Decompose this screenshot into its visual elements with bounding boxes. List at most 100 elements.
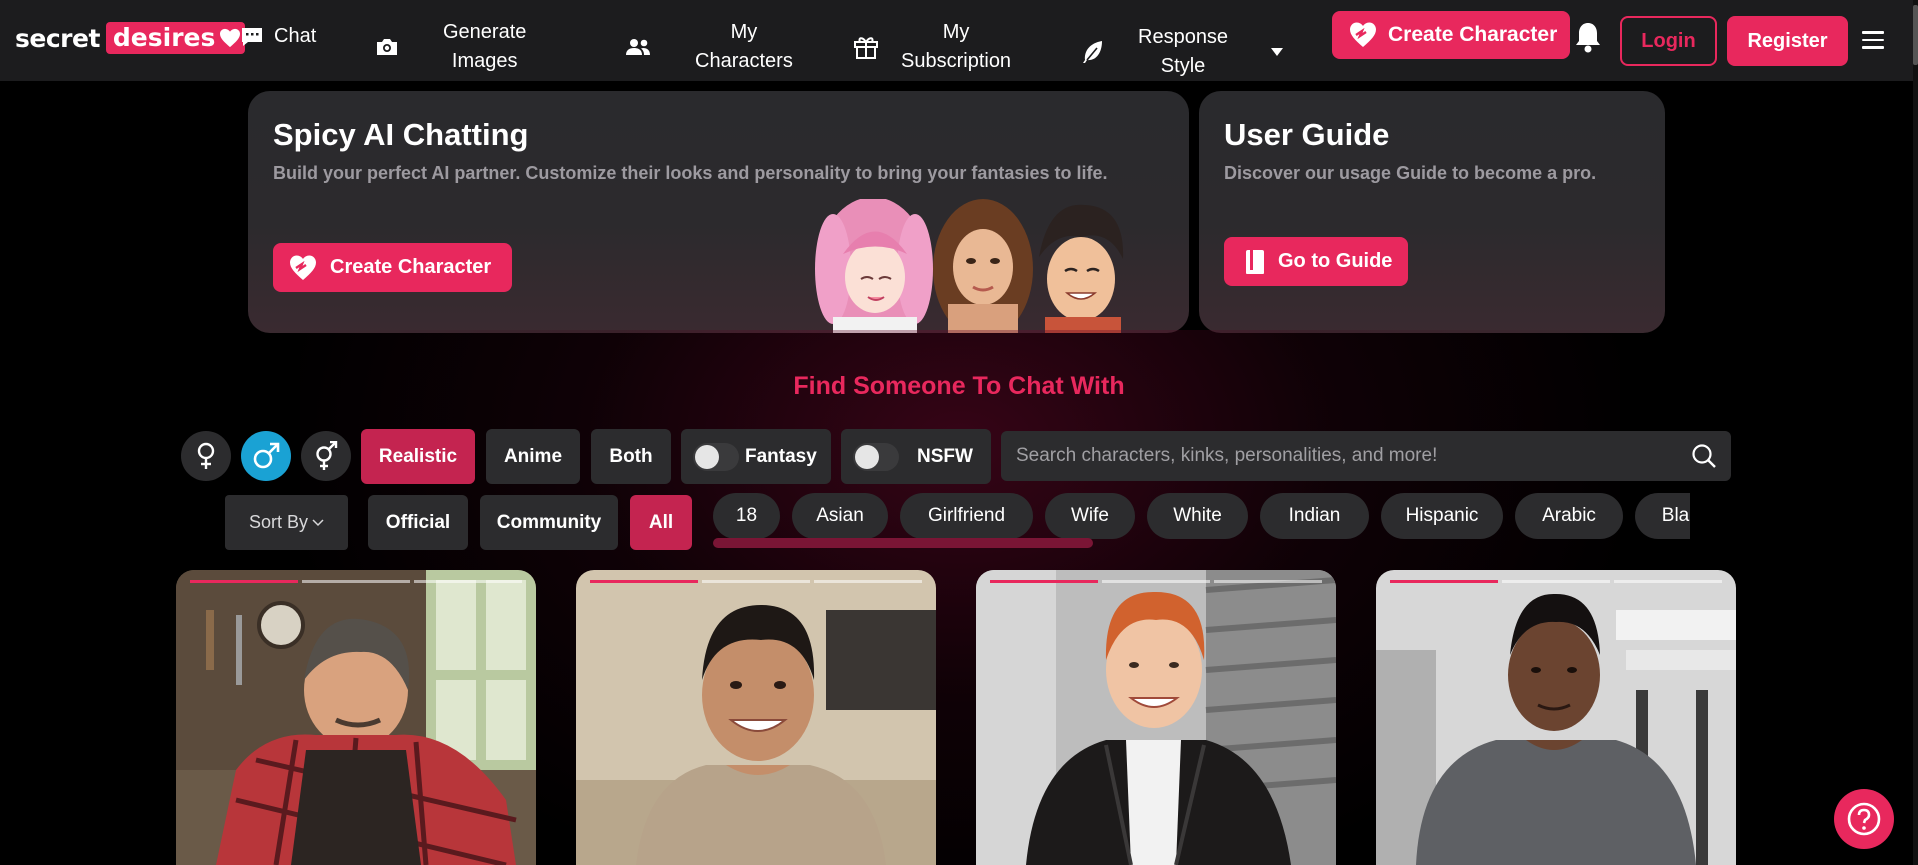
nav-chat[interactable]: Chat <box>240 22 316 51</box>
character-image <box>976 570 1336 865</box>
nav-response-style-label: Response Style <box>1138 23 1228 81</box>
tag-girlfriend[interactable]: Girlfriend <box>900 493 1033 539</box>
page-scrollbar-thumb[interactable] <box>1913 5 1918 65</box>
character-card[interactable] <box>1376 570 1736 865</box>
nav-my-subscription-label: My Subscription <box>901 18 1011 76</box>
nsfw-label: NSFW <box>917 445 973 467</box>
gender-male-button[interactable] <box>241 431 291 481</box>
nav-generate-images-label: Generate Images <box>443 18 526 76</box>
sort-by-dropdown[interactable]: Sort By <box>225 495 348 550</box>
source-community-button[interactable]: Community <box>480 495 618 550</box>
find-someone-title: Find Someone To Chat With <box>793 372 1125 400</box>
hero-spicy-title: Spicy AI Chatting <box>273 117 529 152</box>
nav-response-style-line2: Style <box>1160 55 1206 77</box>
heart-icon <box>220 28 241 48</box>
nsfw-toggle[interactable]: NSFW <box>841 429 991 484</box>
nav-my-characters-line2: Characters <box>695 50 793 72</box>
hero-spicy-card: Spicy AI Chatting Build your perfect AI … <box>248 91 1189 333</box>
login-button[interactable]: Login <box>1620 16 1717 66</box>
nav-my-subscription-line2: Subscription <box>901 50 1012 72</box>
style-anime-button[interactable]: Anime <box>486 429 580 484</box>
fantasy-switch[interactable] <box>693 442 739 471</box>
nav-chat-label: Chat <box>274 25 317 47</box>
hero-create-character-button[interactable]: Create Character <box>273 243 512 292</box>
character-image <box>576 570 936 865</box>
fantasy-toggle[interactable]: Fantasy <box>681 429 831 484</box>
character-card[interactable] <box>576 570 936 865</box>
transgender-symbol-icon <box>316 441 338 470</box>
character-card[interactable] <box>976 570 1336 865</box>
hero-spicy-subtitle: Build your perfect AI partner. Customize… <box>273 163 1108 183</box>
character-image <box>1376 570 1736 865</box>
style-both-button[interactable]: Both <box>591 429 671 484</box>
tag-indian[interactable]: Indian <box>1260 493 1369 539</box>
source-all-button[interactable]: All <box>630 495 692 550</box>
question-icon <box>1847 802 1881 836</box>
character-image <box>176 570 536 865</box>
caret-down-icon <box>1271 48 1284 56</box>
story-progress <box>190 580 522 583</box>
sort-by-label: Sort By <box>248 512 309 532</box>
nav-generate-images-line1: Generate <box>443 21 527 43</box>
story-progress <box>1390 580 1722 583</box>
hero-guide-subtitle: Discover our usage Guide to become a pro… <box>1224 163 1597 183</box>
heart-plus-icon <box>1350 22 1376 47</box>
top-nav: secret desires Chat Generate Images My Cha… <box>0 0 1918 81</box>
chat-icon <box>242 27 262 46</box>
nav-my-subscription[interactable]: My Subscription <box>853 18 1011 76</box>
style-realistic-button[interactable]: Realistic <box>361 429 475 484</box>
register-button[interactable]: Register <box>1727 16 1848 66</box>
go-to-guide-label: Go to Guide <box>1278 250 1393 272</box>
menu-icon[interactable] <box>1862 31 1884 49</box>
logo[interactable]: secret desires <box>15 22 246 54</box>
hero-characters-image <box>815 199 1124 333</box>
logo-secret: secret <box>15 23 100 53</box>
tag-white[interactable]: White <box>1147 493 1248 539</box>
create-character-button[interactable]: Create Character <box>1332 11 1570 59</box>
story-progress <box>590 580 922 583</box>
go-to-guide-button[interactable]: Go to Guide <box>1224 237 1408 286</box>
book-icon <box>1246 249 1264 274</box>
feather-icon <box>1083 41 1102 63</box>
chevron-down-icon <box>312 518 324 526</box>
hero-create-character-label: Create Character <box>330 256 492 278</box>
search-bar <box>1001 431 1731 481</box>
help-button[interactable] <box>1834 789 1894 849</box>
hero-guide-card: User Guide Discover our usage Guide to b… <box>1199 91 1665 333</box>
search-icon[interactable] <box>1691 443 1717 469</box>
create-character-button-label: Create Character <box>1388 23 1558 46</box>
female-symbol-icon <box>197 442 215 469</box>
gender-female-button[interactable] <box>181 431 231 481</box>
tag-18[interactable]: 18 <box>713 493 780 539</box>
tag-wife[interactable]: Wife <box>1045 493 1135 539</box>
users-icon <box>626 39 650 55</box>
story-progress <box>990 580 1322 583</box>
tag-hispanic[interactable]: Hispanic <box>1381 493 1503 539</box>
nav-generate-images-line2: Images <box>451 50 518 72</box>
nav-my-characters-label: My Characters <box>695 18 793 76</box>
search-input[interactable] <box>1016 445 1691 467</box>
bell-icon[interactable] <box>1573 20 1603 54</box>
nsfw-switch[interactable] <box>853 442 899 471</box>
gender-both-button[interactable] <box>301 431 351 481</box>
nav-response-style-line1: Response <box>1138 26 1229 48</box>
hero-guide-title: User Guide <box>1224 117 1390 152</box>
tag-black[interactable]: Black <box>1635 493 1690 539</box>
page-scrollbar[interactable] <box>1913 0 1918 865</box>
gift-icon <box>854 37 878 59</box>
heart-plus-icon <box>290 255 316 280</box>
source-official-button[interactable]: Official <box>368 495 468 550</box>
page: secret desires Chat Generate Images My Cha… <box>0 0 1918 865</box>
tag-scrollbar[interactable] <box>713 538 1093 548</box>
logo-desires: desires <box>105 22 246 54</box>
nav-response-style[interactable]: Response Style <box>1080 23 1284 81</box>
tag-arabic[interactable]: Arabic <box>1515 493 1623 539</box>
fantasy-label: Fantasy <box>745 445 817 467</box>
logo-desires-text: desires <box>112 23 216 52</box>
nav-generate-images[interactable]: Generate Images <box>375 18 526 76</box>
camera-icon <box>377 39 397 55</box>
character-card[interactable] <box>176 570 536 865</box>
nav-my-subscription-line1: My <box>942 21 970 43</box>
tag-asian[interactable]: Asian <box>792 493 888 539</box>
nav-my-characters[interactable]: My Characters <box>625 18 793 76</box>
